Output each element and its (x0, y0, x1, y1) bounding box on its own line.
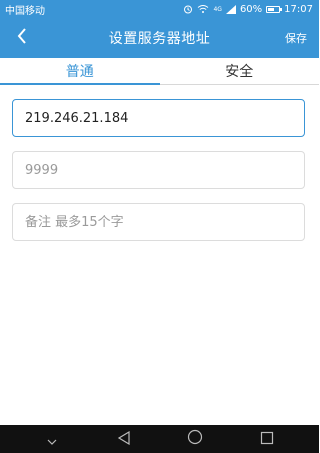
nav-down-button[interactable] (37, 425, 67, 453)
signal-icon (225, 4, 236, 14)
port-input[interactable] (25, 152, 292, 188)
server-ip-input[interactable] (25, 100, 292, 136)
tab-security[interactable]: 安全 (160, 58, 320, 84)
navigation-bar (0, 425, 319, 453)
battery-icon (266, 5, 283, 13)
nav-recents-button[interactable] (252, 425, 282, 453)
network-type: 4G (213, 5, 222, 13)
nav-home-icon (187, 429, 203, 449)
tab-general[interactable]: 普通 (0, 58, 160, 85)
nav-back-icon (117, 430, 131, 449)
nav-home-button[interactable] (180, 425, 210, 453)
nav-back-button[interactable] (109, 425, 139, 453)
screen: 中国移动 4G 60% 17:07 设置服务器地址 保存 普通 安全 219.2… (0, 0, 319, 453)
note-input[interactable] (25, 204, 292, 240)
back-button[interactable] (6, 18, 38, 58)
tab-bar: 普通 安全 (0, 58, 319, 85)
save-button[interactable]: 保存 (285, 18, 307, 58)
nav-down-icon (47, 430, 57, 449)
page-title: 设置服务器地址 (108, 31, 211, 47)
carrier-label: 中国移动 (5, 5, 45, 17)
note-field (12, 203, 305, 241)
clock: 17:07 (284, 3, 313, 15)
alarm-icon (183, 4, 193, 14)
nav-recents-icon (260, 430, 274, 449)
server-ip-field (12, 99, 305, 137)
port-field (12, 151, 305, 189)
back-arrow-icon (17, 28, 27, 48)
status-bar: 中国移动 4G 60% 17:07 (0, 0, 319, 18)
wifi-icon (197, 4, 209, 14)
battery-percent: 60% (239, 3, 263, 15)
status-icons: 4G 60% 17:07 (183, 4, 313, 15)
title-bar: 设置服务器地址 保存 (0, 18, 319, 58)
battery-level (268, 7, 275, 11)
